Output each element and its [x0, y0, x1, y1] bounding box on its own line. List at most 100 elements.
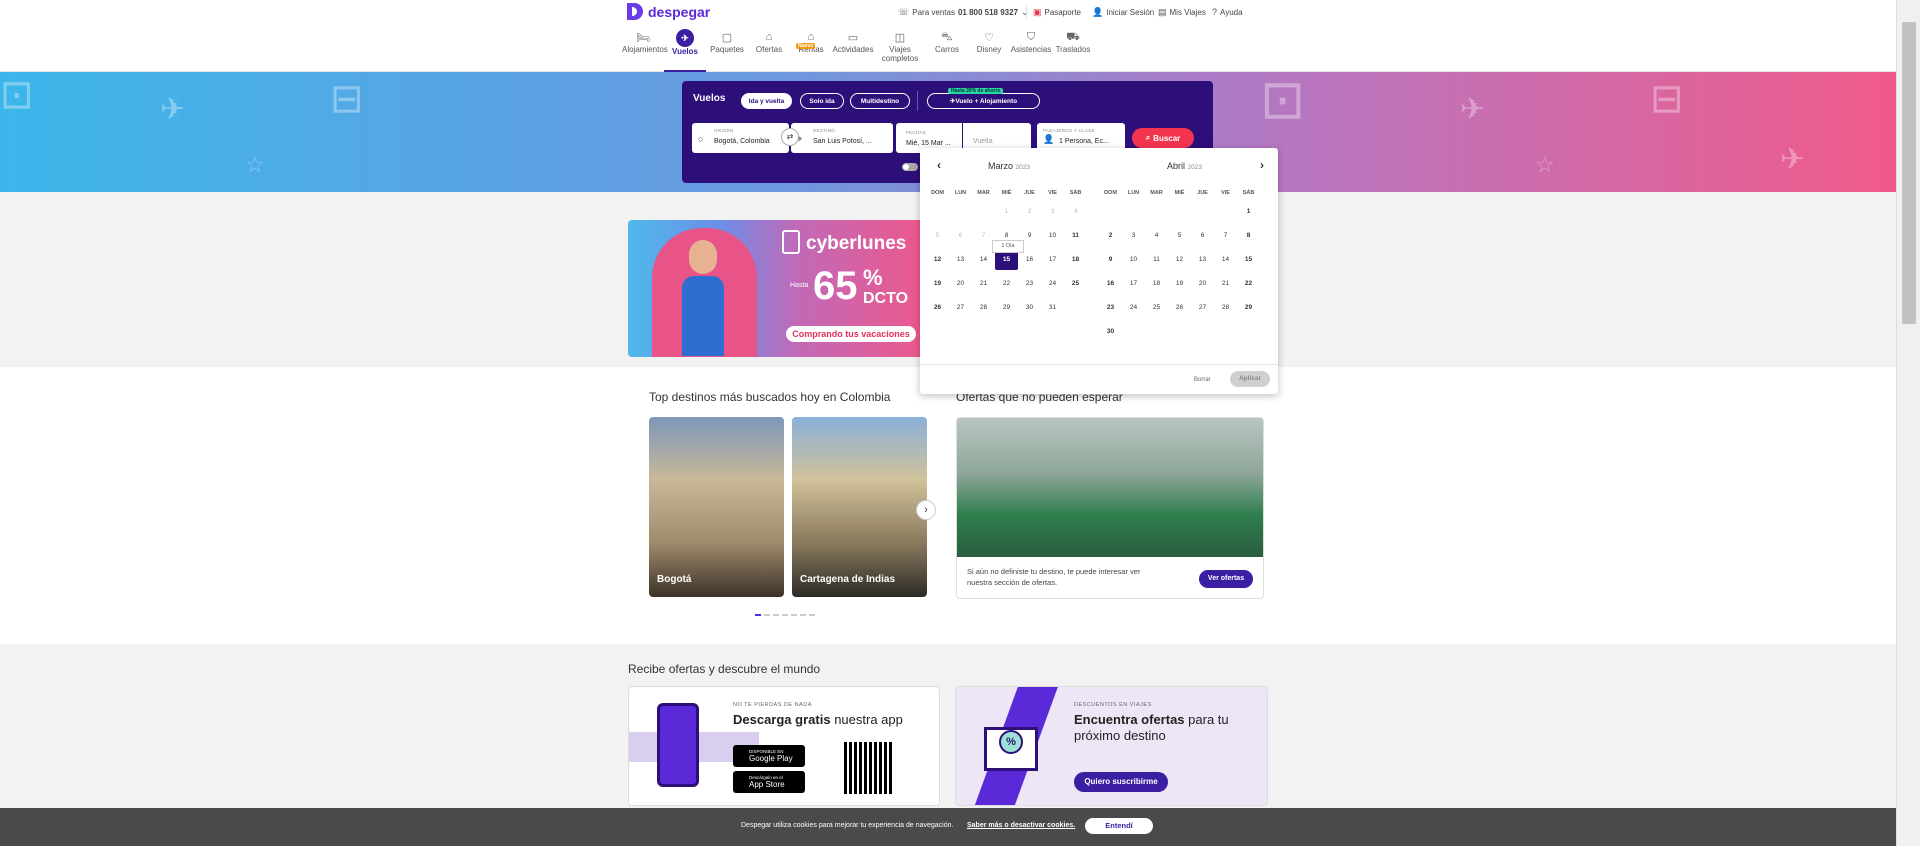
- destination-card-cartagena[interactable]: Cartagena de Indias: [792, 417, 927, 597]
- april-day[interactable]: 6: [1191, 226, 1214, 246]
- march-day[interactable]: 14: [972, 250, 995, 270]
- chevron-right-icon[interactable]: ›: [1260, 158, 1264, 172]
- march-day[interactable]: 29: [995, 298, 1018, 318]
- chevron-right-icon[interactable]: ›: [916, 500, 936, 520]
- april-day[interactable]: 25: [1145, 298, 1168, 318]
- april-day[interactable]: 23: [1099, 298, 1122, 318]
- march-day[interactable]: 15: [995, 250, 1018, 270]
- trip-oneway[interactable]: Solo ida: [800, 93, 844, 109]
- tab-traslados[interactable]: ⛟ Traslados: [1052, 28, 1094, 72]
- march-day[interactable]: 24: [1041, 274, 1064, 294]
- april-day[interactable]: 27: [1191, 298, 1214, 318]
- destination-field[interactable]: ⌖ DESTINO San Luis Potosí, ...: [791, 123, 893, 153]
- april-day[interactable]: 21: [1214, 274, 1237, 294]
- april-day[interactable]: 20: [1191, 274, 1214, 294]
- april-day[interactable]: 9: [1099, 250, 1122, 270]
- march-day[interactable]: 16: [1018, 250, 1041, 270]
- search-button[interactable]: ⌕ Buscar: [1132, 128, 1194, 148]
- march-day[interactable]: 25: [1064, 274, 1087, 294]
- april-day[interactable]: 30: [1099, 322, 1122, 342]
- april-day[interactable]: 17: [1122, 274, 1145, 294]
- march-day[interactable]: 31: [1041, 298, 1064, 318]
- march-day[interactable]: 20: [949, 274, 972, 294]
- april-day[interactable]: 10: [1122, 250, 1145, 270]
- tab-rentas[interactable]: ⌂ Nuevo Rentas: [790, 28, 832, 72]
- google-play-button[interactable]: DISPONIBLE EN Google Play: [733, 745, 805, 767]
- march-day[interactable]: 17: [1041, 250, 1064, 270]
- march-day[interactable]: 28: [972, 298, 995, 318]
- april-day[interactable]: 11: [1145, 250, 1168, 270]
- carousel-dot[interactable]: [800, 614, 806, 616]
- page-scrollbar[interactable]: [1896, 0, 1920, 846]
- sales-phone[interactable]: ☏ Para ventas 01 800 518 9327 ⌄: [898, 7, 1029, 18]
- destination-card-bogota[interactable]: Bogotá: [649, 417, 784, 597]
- cyberlunes-banner[interactable]: cyberlunes Hasta 65 % DCTO Comprando tus…: [628, 220, 932, 357]
- tab-ofertas[interactable]: ⌂ Ofertas: [748, 28, 790, 72]
- flexible-dates-toggle[interactable]: [902, 163, 918, 171]
- april-day[interactable]: 4: [1145, 226, 1168, 246]
- scroll-thumb[interactable]: [1902, 22, 1916, 324]
- offers-card[interactable]: Si aún no definiste tu destino, te puede…: [956, 417, 1264, 599]
- april-day[interactable]: 19: [1168, 274, 1191, 294]
- tab-vuelos[interactable]: ✈ Vuelos: [664, 28, 706, 72]
- tab-viajes-completos[interactable]: ◫ Viajes completos: [874, 28, 926, 72]
- april-day[interactable]: 7: [1214, 226, 1237, 246]
- april-day[interactable]: 8: [1237, 226, 1260, 246]
- despegar-logo[interactable]: despegar: [627, 3, 710, 20]
- pasaporte-link[interactable]: ▣ Pasaporte: [1033, 7, 1081, 18]
- tab-alojamientos[interactable]: 🛏 Alojamientos: [622, 28, 668, 72]
- carousel-dot[interactable]: [773, 614, 779, 616]
- march-day[interactable]: 13: [949, 250, 972, 270]
- april-day[interactable]: 18: [1145, 274, 1168, 294]
- see-offers-button[interactable]: Ver ofertas: [1199, 570, 1253, 588]
- origin-field[interactable]: ○ ORIGEN Bogotá, Colombia: [692, 123, 789, 153]
- ayuda-link[interactable]: ? Ayuda: [1212, 7, 1243, 17]
- march-day[interactable]: 18: [1064, 250, 1087, 270]
- april-day[interactable]: 22: [1237, 274, 1260, 294]
- tab-disney[interactable]: ♡ Disney: [968, 28, 1010, 72]
- tab-asistencias[interactable]: ⛉ Asistencias: [1010, 28, 1052, 72]
- april-day[interactable]: 24: [1122, 298, 1145, 318]
- cookie-accept-button[interactable]: Entendí: [1085, 818, 1153, 834]
- tab-paquetes[interactable]: ▢ Paquetes: [706, 28, 748, 72]
- tab-actividades[interactable]: ▭ Actividades: [832, 28, 874, 72]
- cookie-settings-link[interactable]: Saber más o desactivar cookies.: [967, 822, 1075, 829]
- trip-roundtrip[interactable]: Ida y vuelta: [741, 93, 792, 109]
- march-day[interactable]: 27: [949, 298, 972, 318]
- april-day[interactable]: 1: [1237, 202, 1260, 222]
- april-day[interactable]: 26: [1168, 298, 1191, 318]
- march-day[interactable]: 11: [1064, 226, 1087, 246]
- tab-carros[interactable]: ⛍ Carros: [926, 28, 968, 72]
- april-day[interactable]: 12: [1168, 250, 1191, 270]
- march-day[interactable]: 10: [1041, 226, 1064, 246]
- march-day[interactable]: 26: [926, 298, 949, 318]
- march-day[interactable]: 19: [926, 274, 949, 294]
- trip-multidest[interactable]: Multidestino: [850, 93, 910, 109]
- april-day[interactable]: 28: [1214, 298, 1237, 318]
- march-day[interactable]: 22: [995, 274, 1018, 294]
- april-day[interactable]: 29: [1237, 298, 1260, 318]
- app-store-button[interactable]: Descárgalo en el App Store: [733, 771, 805, 793]
- march-day[interactable]: 30: [1018, 298, 1041, 318]
- carousel-dot[interactable]: [755, 614, 761, 616]
- mis-viajes-link[interactable]: ▤ Mis Viajes: [1158, 7, 1206, 18]
- carousel-dot[interactable]: [782, 614, 788, 616]
- clear-dates-button[interactable]: Borrar: [1194, 377, 1211, 383]
- april-day[interactable]: 2: [1099, 226, 1122, 246]
- login-link[interactable]: 👤 Iniciar Sesión: [1092, 7, 1154, 18]
- march-day[interactable]: 23: [1018, 274, 1041, 294]
- subscribe-button[interactable]: Quiero suscribirme: [1074, 772, 1168, 792]
- carousel-dot[interactable]: [809, 614, 815, 616]
- apply-dates-button[interactable]: Aplicar: [1230, 371, 1270, 387]
- carousel-dot[interactable]: [764, 614, 770, 616]
- april-day[interactable]: 14: [1214, 250, 1237, 270]
- combo-flight-hotel[interactable]: ✈ Vuelo + Alojamiento: [927, 93, 1040, 109]
- april-day[interactable]: 5: [1168, 226, 1191, 246]
- april-day[interactable]: 13: [1191, 250, 1214, 270]
- chevron-left-icon[interactable]: ‹: [937, 158, 941, 172]
- april-day[interactable]: 16: [1099, 274, 1122, 294]
- carousel-dot[interactable]: [791, 614, 797, 616]
- swap-icon[interactable]: ⇄: [781, 128, 799, 146]
- april-day[interactable]: 15: [1237, 250, 1260, 270]
- april-day[interactable]: 3: [1122, 226, 1145, 246]
